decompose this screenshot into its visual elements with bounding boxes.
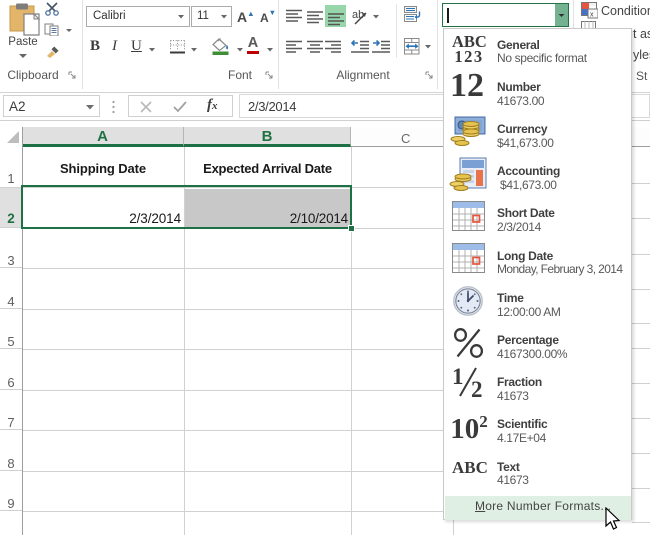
svg-text:1: 1 <box>452 367 464 389</box>
svg-text:x: x <box>590 12 594 19</box>
svg-text:2: 2 <box>471 377 483 397</box>
